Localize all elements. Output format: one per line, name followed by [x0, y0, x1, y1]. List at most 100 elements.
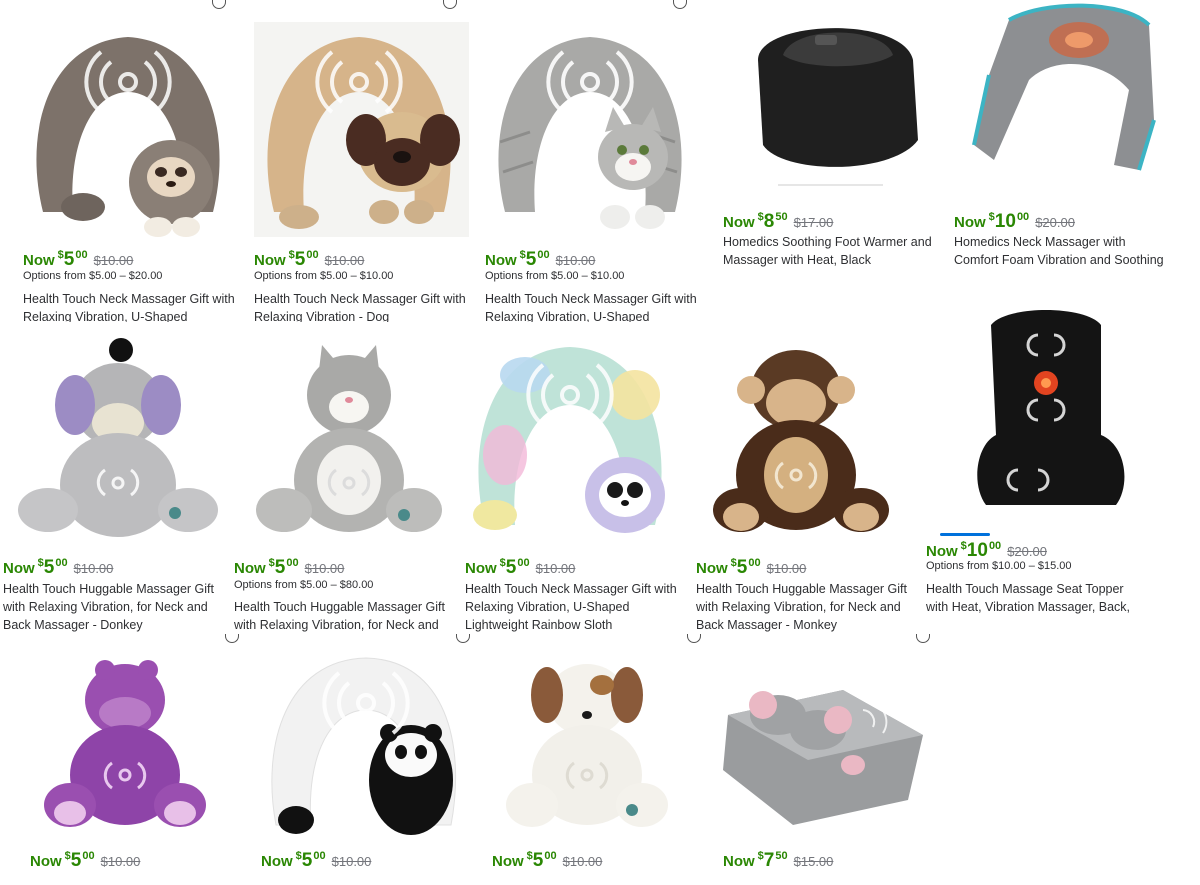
price-line: Now $850 $17.00 [723, 211, 833, 232]
wishlist-heart-icon[interactable] [212, 0, 226, 9]
wishlist-heart-icon[interactable] [673, 0, 687, 9]
wishlist-heart-icon[interactable] [443, 0, 457, 9]
now-label: Now [492, 853, 524, 870]
product-card[interactable]: Now $500 $10.00 Options from $5.00 – $10.0… [485, 22, 700, 322]
price-line: Now $1000 $20.00 [926, 540, 1047, 561]
was-price: $10.00 [324, 253, 365, 268]
was-price: $10.00 [331, 854, 372, 869]
product-card[interactable]: Now $500 $10.00 Health Touch Huggable Mass… [696, 335, 911, 635]
options-range: Options from $5.00 – $10.00 [485, 270, 625, 282]
now-label: Now [3, 560, 35, 577]
product-card[interactable]: Now $500 $10.00 Options from $5.00 – $20.0… [23, 22, 238, 322]
price-whole: 5 [505, 557, 517, 578]
price-cents: 00 [988, 540, 1002, 552]
product-image[interactable] [485, 22, 700, 242]
product-card[interactable]: Now $1000 $20.00 Options from $10.00 – $15… [926, 305, 1141, 625]
product-card[interactable]: Now $750 $15.00 [723, 655, 938, 875]
now-label: Now [23, 252, 55, 269]
product-image[interactable] [261, 655, 476, 845]
product-image[interactable] [492, 655, 707, 845]
price-line: Now $500 $10.00 [30, 850, 140, 871]
product-title[interactable]: Health Touch Huggable Massager Gift with… [696, 580, 911, 634]
wishlist-heart-icon[interactable] [225, 634, 239, 643]
now-label: Now [254, 252, 286, 269]
product-title[interactable]: Health Touch Massage Seat Topper with He… [926, 580, 1141, 616]
product-title[interactable]: Homedics Soothing Foot Warmer and Massag… [723, 233, 938, 271]
was-price: $10.00 [535, 561, 576, 576]
product-image[interactable] [254, 22, 469, 242]
now-label: Now [926, 543, 958, 560]
now-label: Now [465, 560, 497, 577]
price-cents: 50 [775, 211, 788, 223]
product-image[interactable] [234, 335, 449, 555]
product-title[interactable]: Health Touch Neck Massager Gift with Rel… [465, 580, 680, 634]
price-whole: 5 [43, 557, 55, 578]
product-card[interactable]: Now $500 $10.00 Health Touch Neck Massager… [465, 335, 680, 635]
product-image[interactable] [3, 335, 218, 555]
price-line: Now $500 $10.00 [234, 557, 345, 578]
price-cents: 00 [75, 249, 88, 261]
options-range: Options from $5.00 – $20.00 [23, 270, 163, 282]
price-whole: 10 [966, 540, 988, 561]
product-card[interactable]: Now $500 $10.00 Health Touch Huggable Mass… [3, 335, 218, 635]
was-price: $10.00 [562, 854, 603, 869]
price-cents: 00 [55, 557, 68, 569]
price-cents: 00 [544, 850, 557, 862]
product-title[interactable]: Health Touch Huggable Massager Gift with… [234, 598, 449, 634]
product-image[interactable] [723, 655, 938, 845]
wishlist-heart-icon[interactable] [456, 634, 470, 643]
price-whole: 5 [532, 850, 544, 871]
was-price: $10.00 [766, 561, 807, 576]
now-label: Now [696, 560, 728, 577]
now-label: Now [723, 214, 755, 231]
options-range: Options from $5.00 – $80.00 [234, 579, 374, 591]
price-whole: 5 [525, 249, 537, 270]
product-image[interactable] [696, 335, 911, 555]
price-line: Now $500 $10.00 [696, 557, 807, 578]
price-line: Now $500 $10.00 [492, 850, 603, 871]
price-whole: 5 [274, 557, 286, 578]
price-cents: 00 [537, 249, 550, 261]
price-cents: 00 [517, 557, 530, 569]
product-image[interactable] [30, 655, 245, 845]
product-image[interactable] [23, 22, 238, 242]
product-card[interactable]: Now $1000 $20.00 Homedics Neck Massager wi… [954, 0, 1169, 275]
was-price: $10.00 [304, 561, 345, 576]
product-image[interactable] [465, 335, 680, 555]
price-cents: 00 [286, 557, 299, 569]
product-card[interactable]: Now $500 $10.00 [492, 655, 707, 875]
price-cents: 00 [748, 557, 761, 569]
product-card[interactable]: Now $500 $10.00 [30, 655, 245, 875]
price-cents: 00 [1016, 211, 1030, 223]
price-cents: 00 [82, 850, 95, 862]
price-line: Now $500 $10.00 [254, 249, 365, 270]
was-price: $10.00 [93, 253, 134, 268]
was-price: $10.00 [555, 253, 596, 268]
price-line: Now $500 $10.00 [23, 249, 134, 270]
now-label: Now [261, 853, 293, 870]
product-card[interactable]: Now $500 $10.00 Options from $5.00 – $80.0… [234, 335, 449, 635]
active-indicator [940, 533, 990, 536]
price-whole: 5 [301, 850, 313, 871]
price-cents: 00 [313, 850, 326, 862]
was-price: $20.00 [1035, 215, 1075, 230]
product-image[interactable] [723, 0, 938, 200]
wishlist-heart-icon[interactable] [687, 634, 701, 643]
product-card[interactable]: Now $500 $10.00 Options from $5.00 – $10.0… [254, 22, 469, 322]
product-title[interactable]: Homedics Neck Massager with Comfort Foam… [954, 233, 1169, 271]
product-image[interactable] [954, 0, 1169, 200]
product-card[interactable]: Now $850 $17.00 Homedics Soothing Foot War… [723, 0, 938, 275]
product-image[interactable] [926, 305, 1141, 530]
product-title[interactable]: Health Touch Huggable Massager Gift with… [3, 580, 218, 634]
price-whole: 5 [70, 850, 82, 871]
product-title[interactable]: Health Touch Neck Massager Gift with Rel… [485, 290, 700, 322]
price-line: Now $500 $10.00 [261, 850, 372, 871]
options-range: Options from $10.00 – $15.00 [926, 560, 1072, 572]
price-whole: 5 [294, 249, 306, 270]
wishlist-heart-icon[interactable] [916, 634, 930, 643]
product-card[interactable]: Now $500 $10.00 [261, 655, 476, 875]
product-title[interactable]: Health Touch Neck Massager Gift with Rel… [23, 290, 238, 322]
now-label: Now [234, 560, 266, 577]
price-whole: 5 [736, 557, 748, 578]
product-title[interactable]: Health Touch Neck Massager Gift with Rel… [254, 290, 469, 322]
